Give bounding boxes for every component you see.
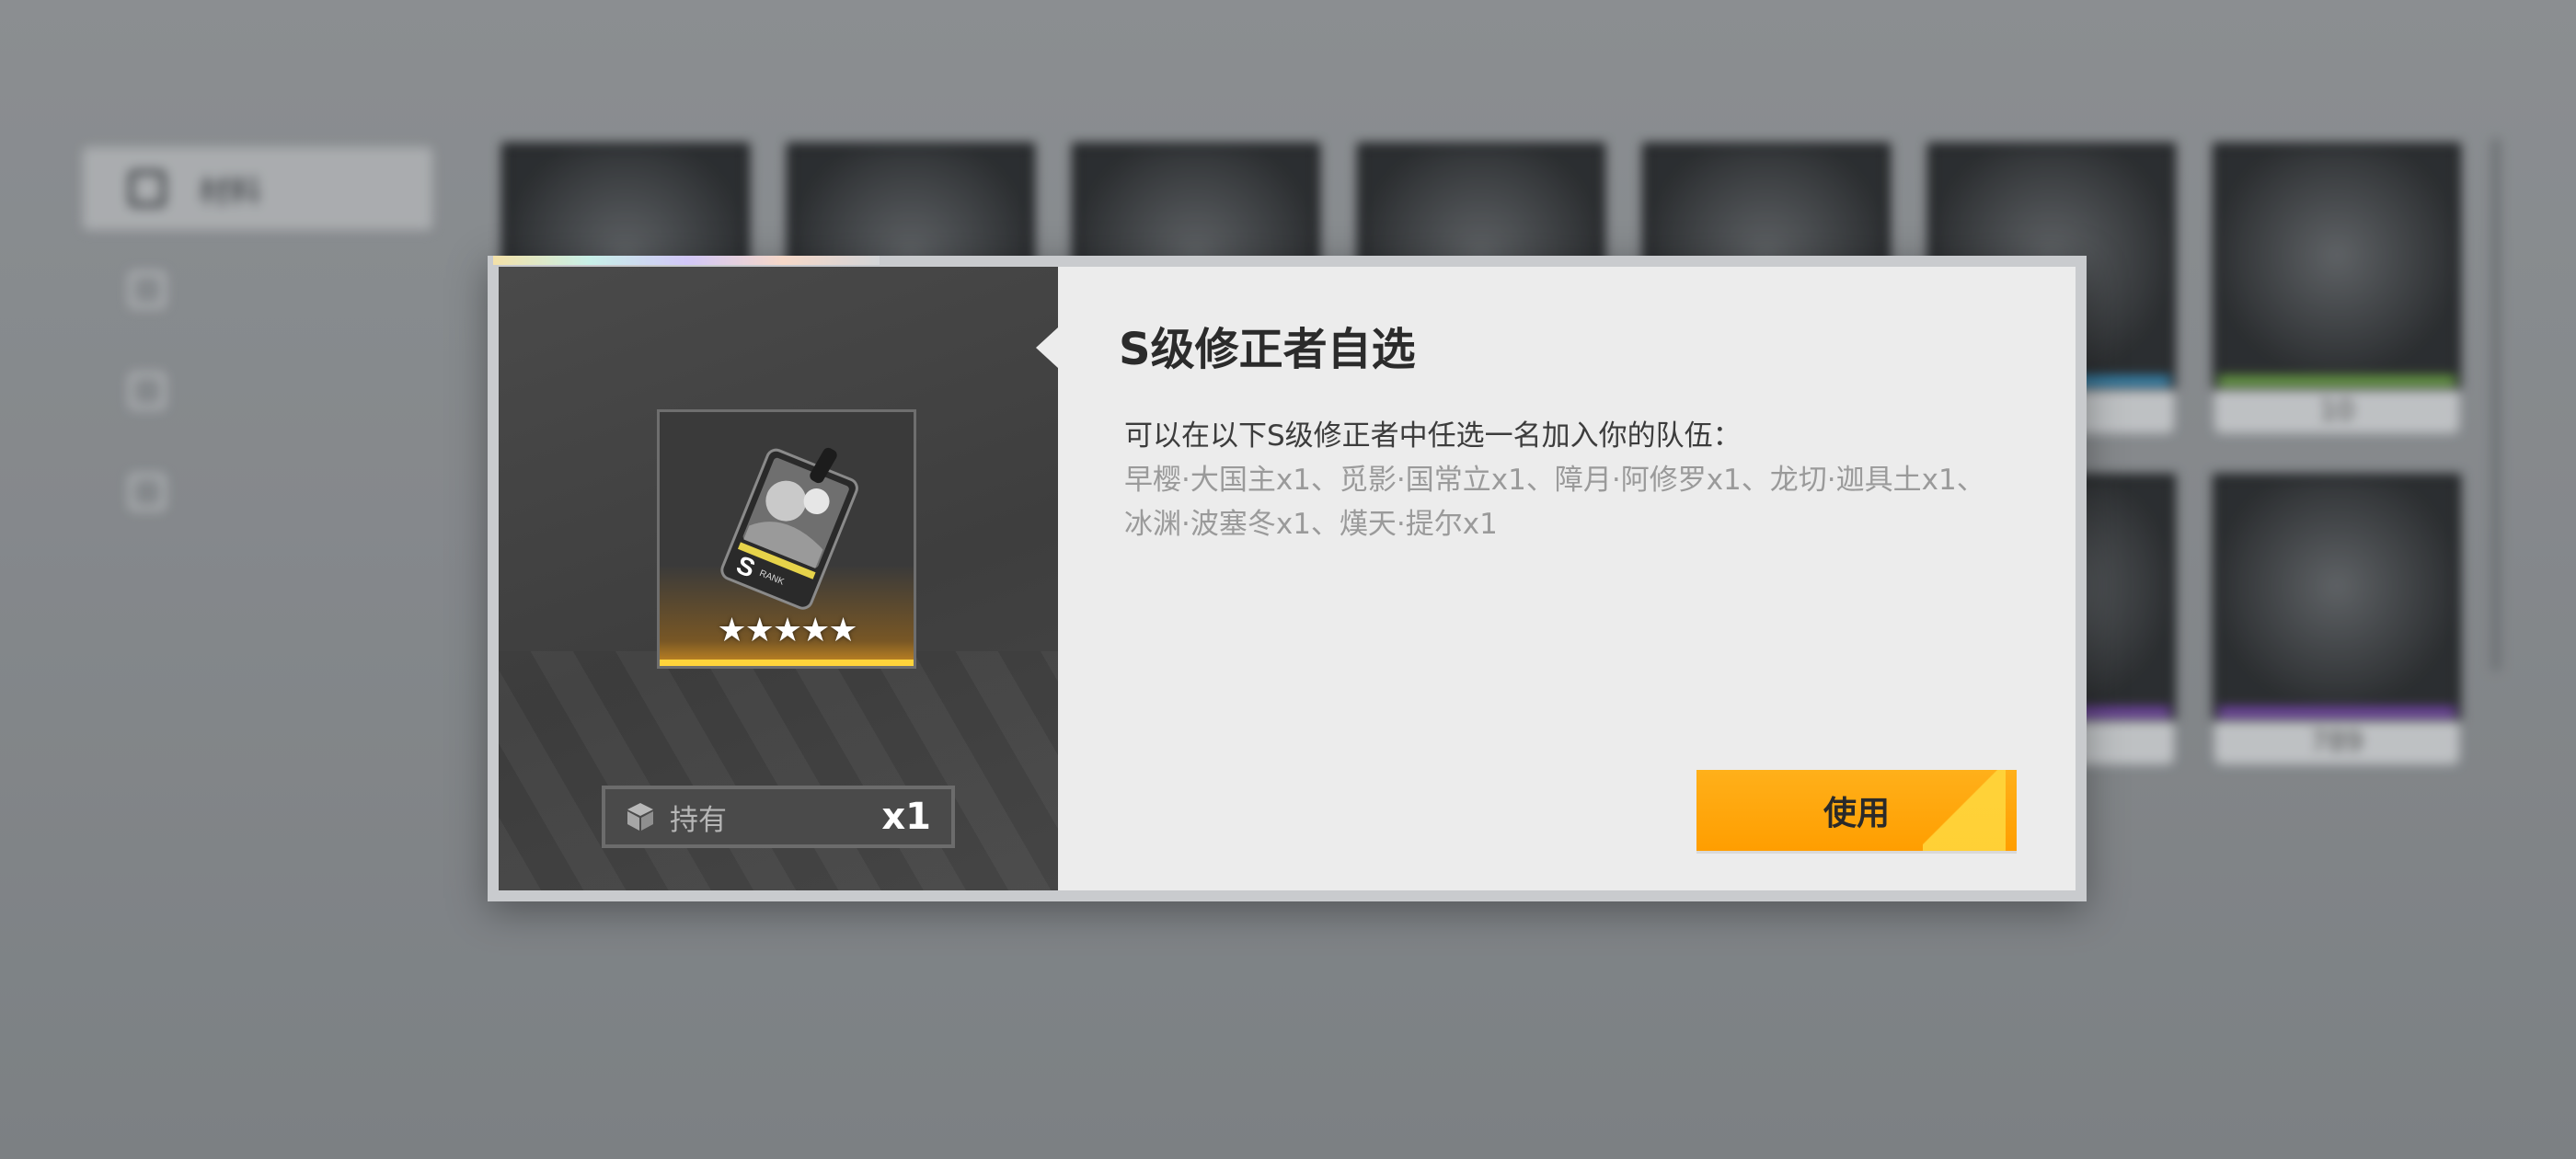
item-description: 可以在以下S级修正者中任选一名加入你的队伍： 早樱·大国主x1、觅影·国常立x1…	[1124, 414, 2053, 546]
use-button-label: 使用	[1823, 794, 1890, 832]
s-rank-card-icon: S RANK	[720, 447, 858, 610]
selectable-characters-line-2: 冰渊·波塞冬x1、熯天·提尔x1	[1124, 508, 1498, 541]
item-preview-panel: S RANK ★★★★★ 持有 x1	[499, 267, 1058, 890]
selectable-characters-line-1: 早樱·大国主x1、觅影·国常立x1、障月·阿修罗x1、龙切·迦具土x1、	[1124, 464, 1985, 497]
rarity-stars: ★★★★★	[717, 612, 857, 649]
panel-pattern	[499, 651, 1058, 890]
holding-count-box: 持有 x1	[602, 786, 955, 848]
button-decoration	[1923, 770, 2006, 851]
item-icon-frame: S RANK ★★★★★	[657, 409, 916, 669]
holding-count: x1	[881, 796, 931, 838]
item-info-panel: S级修正者自选 可以在以下S级修正者中任选一名加入你的队伍： 早樱·大国主x1、…	[1036, 267, 2076, 890]
rarity-edge-accent	[493, 256, 880, 265]
item-dialog: S RANK ★★★★★ 持有 x1 S级修正者自选 可以在以下S级修正者中任选…	[488, 256, 2087, 901]
use-button[interactable]: 使用	[1696, 770, 2017, 851]
pointer-arrow	[1036, 327, 1058, 368]
box-icon	[627, 803, 653, 831]
description-intro: 可以在以下S级修正者中任选一名加入你的队伍：	[1124, 419, 1742, 453]
rarity-line	[660, 660, 914, 666]
dialog-title: S级修正者自选	[1119, 324, 1416, 375]
game-screen: 材料 10 789 S RANK ★★★★★ 持有 x1 S级修正者自选 可以在…	[0, 0, 2576, 1159]
holding-label: 持有	[670, 803, 727, 837]
